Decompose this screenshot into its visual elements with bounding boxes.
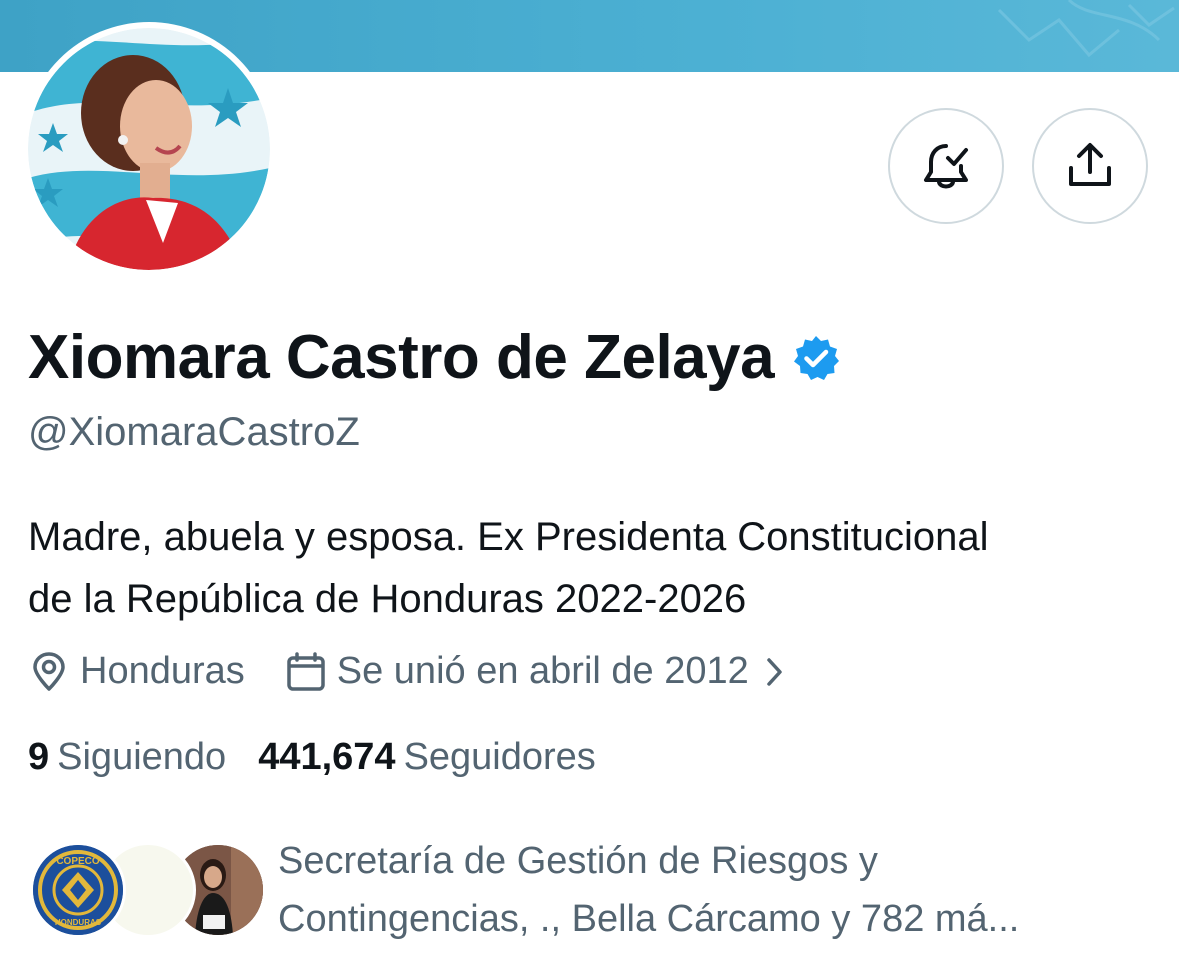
profile-stats: 9 Siguiendo 441,674 Seguidores [28,736,596,779]
followers-avatars: COPECO HONDURAS [30,842,266,938]
share-upload-icon [1069,143,1111,186]
name-row: Xiomara Castro de Zelaya [28,322,840,393]
notifications-button[interactable] [888,108,1004,224]
share-button[interactable] [1032,108,1148,224]
followers-you-know-line-1: Secretaría de Gestión de Riesgos y [278,840,878,882]
bio-line-1: Madre, abuela y esposa. Ex Presidenta Co… [28,515,989,559]
location-pin-icon [33,651,65,691]
follower-avatar-copeco: COPECO HONDURAS [30,842,126,938]
following-link[interactable]: 9 Siguiendo [28,736,226,779]
display-name: Xiomara Castro de Zelaya [28,323,775,392]
svg-text:COPECO: COPECO [56,856,100,867]
banner-pattern [997,0,1175,58]
profile-avatar[interactable] [22,22,276,276]
profile-handle: @XiomaraCastroZ [28,410,360,454]
profile-meta: Honduras Se unió en abril de 2012 [28,650,795,693]
avatar-photo [28,28,270,270]
svg-text:HONDURAS: HONDURAS [55,918,102,927]
followers-link[interactable]: 441,674 Seguidores [258,736,596,779]
followers-you-know[interactable]: COPECO HONDURAS Secretaría de Gestión de… [30,838,1170,948]
profile-page: Xiomara Castro de Zelaya @XiomaraCastroZ… [0,0,1179,968]
location-item: Honduras [28,650,245,693]
followers-label: Seguidores [403,736,596,778]
followers-count: 441,674 [258,736,396,778]
chevron-right-icon [765,656,795,688]
profile-bio: Madre, abuela y esposa. Ex Presidenta Co… [28,506,1138,630]
bio-line-2: de la República de Honduras 2022-2026 [28,577,747,621]
followers-you-know-line-2: Contingencias, ., Bella Cárcamo y 782 má… [278,898,1020,940]
joined-item[interactable]: Se unió en abril de 2012 [285,650,795,693]
verified-badge-icon[interactable] [792,334,840,382]
following-label: Siguiendo [57,736,227,778]
location-text: Honduras [80,650,245,692]
joined-text: Se unió en abril de 2012 [336,650,749,692]
following-count: 9 [28,736,50,778]
followers-you-know-text: Secretaría de Gestión de Riesgos y Conti… [278,832,1118,948]
bell-check-icon [924,144,968,189]
calendar-icon [287,651,325,691]
